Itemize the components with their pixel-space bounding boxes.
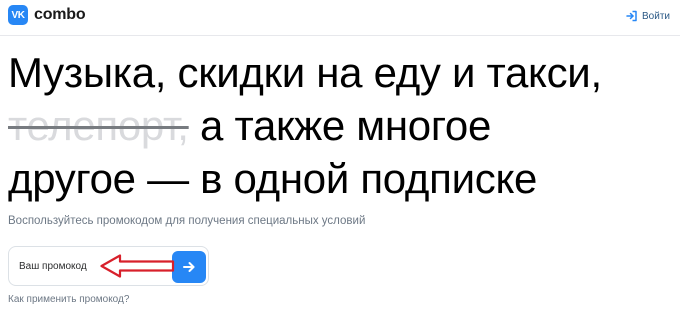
promo-help-link[interactable]: Как применить промокод?: [8, 294, 129, 305]
page: VK combo Войти Музыка, скидки на еду и т…: [0, 0, 680, 318]
arrow-right-icon: [183, 262, 195, 272]
vk-logo-icon: VK: [8, 5, 28, 25]
vk-combo-logo[interactable]: VK combo: [8, 5, 86, 25]
sign-in-icon: [626, 10, 637, 22]
title-line-3: другое — в одной подписке: [8, 155, 538, 202]
apply-promo-button[interactable]: [172, 251, 206, 283]
login-label: Войти: [642, 10, 670, 22]
top-bar: VK combo Войти: [0, 0, 680, 36]
login-button[interactable]: Войти: [626, 7, 670, 25]
promo-description: Воспользуйтесь промокодом для получения …: [8, 215, 366, 227]
page-title: Музыка, скидки на еду и такси, телепорт,…: [8, 46, 673, 205]
title-line-2: а также многое: [188, 102, 492, 149]
red-arrow-left-icon: [100, 254, 175, 278]
title-line-1: Музыка, скидки на еду и такси,: [8, 49, 602, 96]
title-struck-word: телепорт,: [8, 102, 189, 149]
logo-text: combo: [34, 6, 86, 23]
